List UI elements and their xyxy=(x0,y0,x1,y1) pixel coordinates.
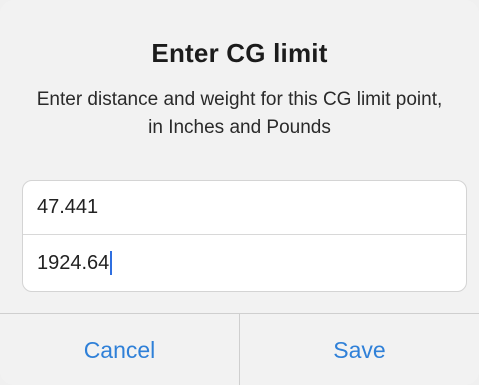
input-field-group: 47.441 1924.64 xyxy=(22,180,467,292)
weight-field-value: 1924.64 xyxy=(37,251,110,274)
text-cursor xyxy=(110,251,113,275)
distance-field-value: 47.441 xyxy=(37,196,99,218)
cancel-button-label: Cancel xyxy=(83,336,156,363)
save-button[interactable]: Save xyxy=(240,314,479,385)
cg-limit-dialog: Enter CG limit Enter distance and weight… xyxy=(0,0,479,385)
weight-field[interactable]: 1924.64 xyxy=(23,236,466,290)
cancel-button[interactable]: Cancel xyxy=(0,314,240,385)
dialog-title: Enter CG limit xyxy=(151,38,328,68)
save-button-label: Save xyxy=(333,336,386,363)
dialog-message: Enter distance and weight for this CG li… xyxy=(36,89,443,138)
distance-field[interactable]: 47.441 xyxy=(23,181,466,235)
dialog-button-row: Cancel Save xyxy=(0,313,479,385)
